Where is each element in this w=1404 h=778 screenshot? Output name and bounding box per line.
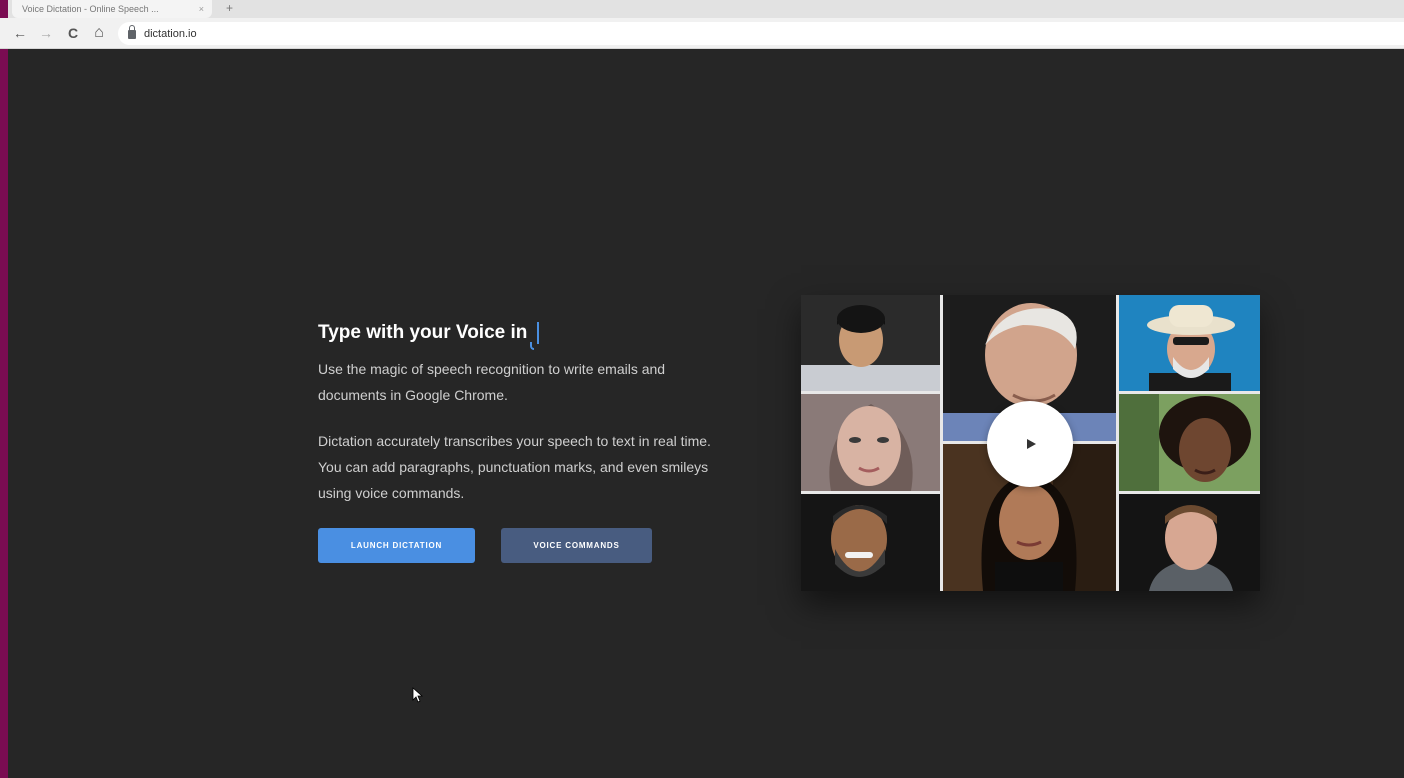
play-button[interactable] <box>987 401 1073 487</box>
tab-strip: Voice Dictation - Online Speech ... × + <box>8 0 1404 18</box>
portrait-man-hoodie <box>1119 494 1260 591</box>
lock-icon <box>128 25 136 39</box>
video-collage[interactable] <box>801 295 1260 591</box>
voice-commands-button[interactable]: VOICE COMMANDS <box>501 528 652 563</box>
portrait-woman-curly-hair <box>1119 394 1260 491</box>
url-text: dictation.io <box>144 27 197 40</box>
tab-close-icon[interactable]: × <box>199 4 204 14</box>
cta-buttons: LAUNCH DICTATION VOICE COMMANDS <box>318 528 718 563</box>
tab-title: Voice Dictation - Online Speech ... <box>22 4 159 14</box>
launch-dictation-button[interactable]: LAUNCH DICTATION <box>318 528 475 563</box>
description-text: Dictation accurately transcribes your sp… <box>318 433 711 501</box>
typing-caret-icon <box>530 322 540 350</box>
headline-text: Type with your Voice in <box>318 322 528 343</box>
back-icon[interactable]: ← <box>10 23 30 43</box>
address-bar[interactable]: dictation.io <box>118 22 1404 45</box>
play-icon <box>1027 439 1036 449</box>
browser-toolbar: ← → C ⌂ dictation.io <box>0 18 1404 49</box>
portrait-woman-headscarf <box>801 394 940 491</box>
portrait-young-man <box>801 295 940 391</box>
portrait-bearded-man <box>801 494 940 591</box>
browser-tab[interactable]: Voice Dictation - Online Speech ... × <box>12 0 212 18</box>
home-icon[interactable]: ⌂ <box>89 23 109 43</box>
portrait-man-hat <box>1119 295 1260 391</box>
new-tab-icon[interactable]: + <box>226 1 233 15</box>
hero-section: Type with your Voice in Use the magic of… <box>318 322 718 563</box>
headline: Type with your Voice in <box>318 322 718 350</box>
page-content: Type with your Voice in Use the magic of… <box>8 49 1404 778</box>
forward-icon[interactable]: → <box>36 23 56 43</box>
reload-icon[interactable]: C <box>63 23 83 43</box>
mouse-cursor-icon <box>412 687 424 703</box>
intro-text: Use the magic of speech recognition to w… <box>318 361 666 403</box>
